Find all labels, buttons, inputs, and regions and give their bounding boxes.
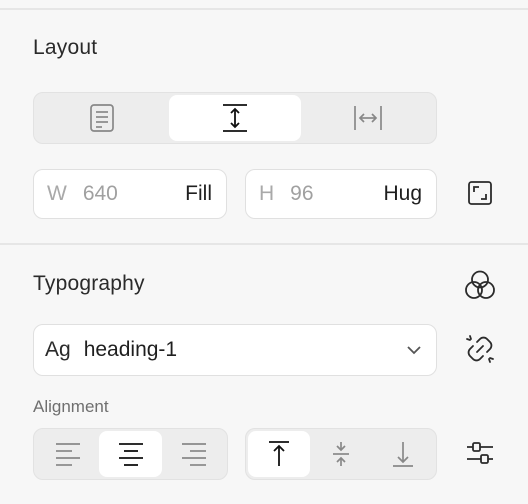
typography-section-title: Typography: [33, 272, 145, 295]
horizontal-align-toggle: [33, 428, 228, 480]
adjust-sliders-icon: [467, 442, 493, 464]
document-icon: [90, 104, 115, 132]
align-center-icon: [118, 443, 143, 466]
chevron-down-icon: [407, 346, 421, 355]
vertical-align-toggle: [245, 428, 437, 480]
alignment-label: Alignment: [33, 397, 109, 416]
align-middle-icon: [333, 442, 349, 466]
height-field-value[interactable]: 96: [290, 182, 383, 206]
layout-mode-toggle: [33, 92, 437, 144]
vertical-resize-icon: [223, 104, 247, 132]
align-left-icon: [55, 443, 80, 466]
align-right-icon: [181, 443, 206, 466]
align-top-option[interactable]: [248, 431, 310, 477]
style-circles-icon: [465, 270, 495, 299]
width-field-mode[interactable]: Fill: [185, 182, 212, 206]
align-left-option[interactable]: [36, 431, 99, 477]
align-right-option[interactable]: [162, 431, 225, 477]
height-field[interactable]: H 96 Hug: [245, 169, 437, 219]
align-bottom-option[interactable]: [372, 431, 434, 477]
resize-to-fit-button[interactable]: [466, 179, 494, 207]
detach-link-icon: [466, 335, 494, 363]
text-style-value: heading-1: [83, 338, 178, 361]
width-field-key: W: [47, 182, 67, 205]
text-styles-button[interactable]: [464, 269, 496, 301]
align-center-option[interactable]: [99, 431, 162, 477]
width-field[interactable]: W 640 Fill: [33, 169, 227, 219]
align-bottom-icon: [393, 442, 413, 467]
layout-mode-document[interactable]: [36, 95, 169, 141]
layout-mode-vertical[interactable]: [168, 95, 302, 141]
text-style-prefix: Ag: [45, 338, 71, 361]
width-field-value[interactable]: 640: [83, 182, 185, 206]
height-field-key: H: [259, 182, 275, 205]
layout-section-title: Layout: [33, 36, 98, 59]
horizontal-resize-icon: [353, 106, 382, 130]
resize-to-fit-icon: [468, 181, 492, 205]
height-field-mode[interactable]: Hug: [383, 182, 422, 206]
text-style-select[interactable]: Ag heading-1: [33, 324, 437, 376]
text-settings-button[interactable]: [464, 437, 496, 469]
section-divider: [0, 243, 528, 245]
top-divider: [0, 8, 528, 10]
layout-mode-horizontal[interactable]: [301, 95, 434, 141]
align-middle-option[interactable]: [310, 431, 372, 477]
detach-style-button[interactable]: [464, 333, 496, 365]
align-top-icon: [269, 441, 289, 466]
